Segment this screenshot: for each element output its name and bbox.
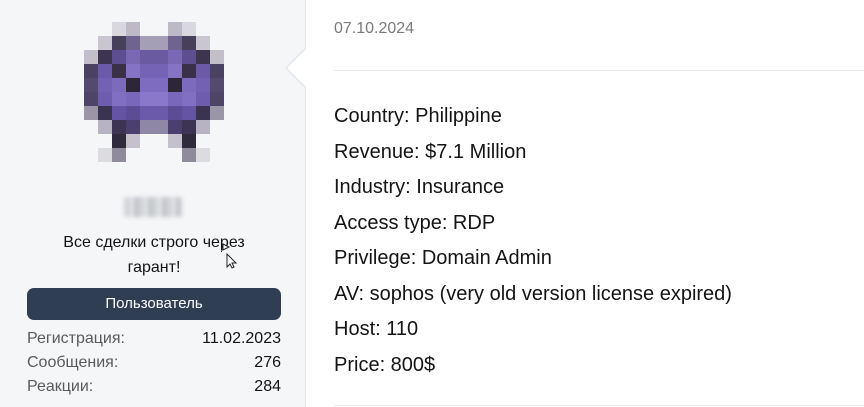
stat-label: Реакции: (27, 378, 94, 395)
message-arrow-inner (287, 49, 306, 87)
stat-row-reactions: Реакции: 284 (27, 375, 281, 399)
post-line-revenue: Revenue: $7.1 Million (334, 140, 527, 163)
post-line-access-type: Access type: RDP (334, 211, 496, 234)
blurred-username[interactable] (123, 197, 182, 217)
post-footer-divider (334, 405, 864, 406)
post-content: 07.10.2024 Country: Philippine Revenue: … (334, 0, 864, 407)
user-stats: Регистрация: 11.02.2023 Сообщения: 276 Р… (27, 327, 281, 399)
stat-value[interactable]: 276 (254, 351, 281, 375)
post-line-price: Price: 800$ (334, 353, 436, 376)
post-header-divider (334, 70, 864, 71)
stat-row-registration: Регистрация: 11.02.2023 (27, 327, 281, 351)
post-body: Country: Philippine Revenue: $7.1 Millio… (334, 99, 864, 383)
stat-value: 284 (254, 378, 281, 395)
user-role-banner: Пользователь (27, 288, 281, 320)
move-cursor-icon (221, 243, 241, 269)
user-sidebar: Все сделки строго через гарант! Пользова… (0, 0, 306, 407)
avatar[interactable] (84, 22, 224, 182)
user-title-line: Все сделки строго через (63, 234, 245, 251)
stat-value: 11.02.2023 (202, 330, 281, 347)
user-custom-title: Все сделки строго через гарант! (20, 230, 288, 280)
username[interactable] (0, 197, 305, 222)
post-line-host: Host: 110 (334, 318, 419, 340)
post-line-industry: Industry: Insurance (334, 176, 505, 198)
post-date[interactable]: 07.10.2024 (334, 20, 414, 38)
user-title-line: гарант! (127, 259, 181, 276)
stat-label: Регистрация: (27, 330, 125, 347)
post-line-privilege: Privilege: Domain Admin (334, 247, 552, 269)
post-line-av: AV: sophos (very old version license exp… (334, 282, 732, 305)
stat-label: Сообщения: (27, 354, 119, 371)
stat-row-messages[interactable]: Сообщения: 276 (27, 351, 281, 375)
post-line-country: Country: Philippine (334, 105, 502, 127)
